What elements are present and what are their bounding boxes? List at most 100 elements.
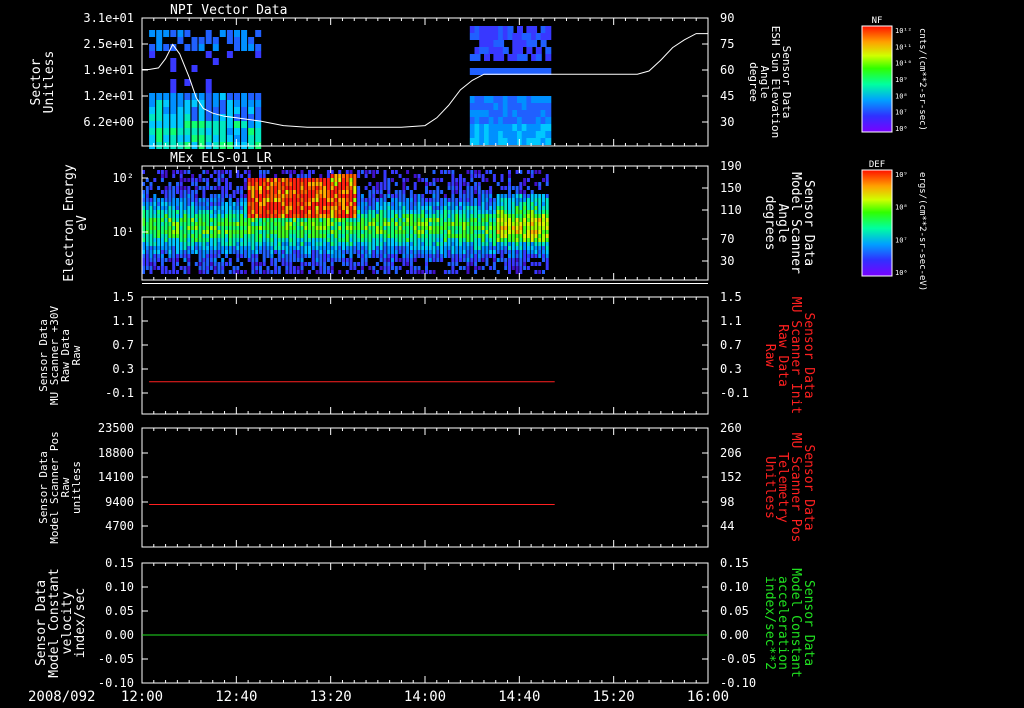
els-cell xyxy=(145,266,149,270)
els-cell xyxy=(459,234,462,238)
els-cell xyxy=(542,202,545,206)
els-cell xyxy=(259,170,262,174)
els-cell xyxy=(262,250,266,254)
npi-cell xyxy=(156,128,163,135)
els-cell xyxy=(391,206,394,210)
els-cell xyxy=(243,246,247,250)
els-cell xyxy=(168,186,172,190)
els-cell xyxy=(183,202,187,206)
els-cell xyxy=(198,222,202,226)
els-cell xyxy=(311,182,315,186)
els-cell xyxy=(436,202,440,206)
els-cell xyxy=(345,210,349,214)
els-cell xyxy=(187,250,191,254)
els-cell xyxy=(191,218,195,222)
els-cell xyxy=(198,262,202,266)
els-cell xyxy=(330,266,334,270)
els-cell xyxy=(406,242,410,246)
els-cell xyxy=(270,210,274,214)
els-cell xyxy=(262,242,266,246)
npi-cell xyxy=(149,93,156,100)
els-cell xyxy=(425,266,428,270)
els-cell xyxy=(508,182,511,186)
els-cell xyxy=(274,250,278,254)
els-cell xyxy=(300,242,304,246)
els-cell xyxy=(262,246,266,250)
els-cell xyxy=(496,182,500,186)
els-cell xyxy=(409,262,413,266)
els-cell xyxy=(209,222,213,226)
els-cell xyxy=(304,262,308,266)
els-cell xyxy=(240,238,244,242)
els-cell xyxy=(153,250,157,254)
els-cell xyxy=(387,230,391,234)
els-cell xyxy=(364,230,368,234)
els-cell xyxy=(168,214,172,218)
els-cell xyxy=(164,198,168,202)
els-cell xyxy=(315,198,319,202)
els-cell xyxy=(440,234,444,238)
els-cell xyxy=(194,194,198,198)
els-cell xyxy=(236,210,240,214)
els-cell xyxy=(372,202,376,206)
npi-cell xyxy=(149,44,156,51)
els-cell xyxy=(504,194,508,198)
els-cell xyxy=(221,250,225,254)
els-cell xyxy=(481,214,485,218)
els-cell xyxy=(326,222,330,226)
els-cell xyxy=(523,210,527,214)
els-cell xyxy=(462,182,466,186)
colorbar-units: ergs/(cm**2-sr-sec-eV) xyxy=(917,172,927,291)
els-cell xyxy=(296,222,300,226)
els-cell xyxy=(406,186,410,190)
els-cell xyxy=(145,190,149,194)
els-cell xyxy=(368,238,372,242)
els-cell xyxy=(330,242,334,246)
els-cell xyxy=(255,258,259,262)
els-cell xyxy=(221,230,225,234)
els-cell xyxy=(545,250,549,254)
els-cell xyxy=(145,218,149,222)
els-cell xyxy=(187,262,191,266)
els-cell xyxy=(470,174,474,178)
els-cell xyxy=(326,238,330,242)
els-cell xyxy=(232,266,236,270)
els-cell xyxy=(221,242,225,246)
els-cell xyxy=(292,218,296,222)
els-cell xyxy=(398,266,402,270)
els-cell xyxy=(345,182,349,186)
els-cell xyxy=(304,218,308,222)
npi-cell xyxy=(255,51,262,58)
els-cell xyxy=(519,206,523,210)
els-cell xyxy=(315,242,319,246)
els-cell xyxy=(289,202,293,206)
els-cell xyxy=(338,190,342,194)
els-cell xyxy=(402,202,406,206)
npi-cell xyxy=(498,40,505,47)
els-cell xyxy=(526,238,530,242)
npi-cell xyxy=(212,93,219,100)
els-cell xyxy=(160,226,164,230)
els-cell xyxy=(375,246,379,250)
els-cell xyxy=(194,246,198,250)
els-cell xyxy=(285,210,289,214)
els-cell xyxy=(315,234,319,238)
els-cell xyxy=(221,186,225,190)
npi-cell xyxy=(191,128,198,135)
els-cell xyxy=(451,218,455,222)
els-cell xyxy=(206,238,210,242)
els-cell xyxy=(523,230,527,234)
els-cell xyxy=(228,218,232,222)
els-cell xyxy=(319,258,323,262)
els-cell xyxy=(477,194,481,198)
els-cell xyxy=(206,254,210,258)
els-cell xyxy=(338,182,342,186)
els-cell xyxy=(198,210,202,214)
els-cell xyxy=(145,246,149,250)
y-tick-label-right: -0.1 xyxy=(720,386,749,400)
els-cell xyxy=(477,222,481,226)
els-cell xyxy=(217,214,221,218)
els-cell xyxy=(274,194,278,198)
npi-cell xyxy=(198,135,205,142)
npi-cell xyxy=(205,86,212,93)
